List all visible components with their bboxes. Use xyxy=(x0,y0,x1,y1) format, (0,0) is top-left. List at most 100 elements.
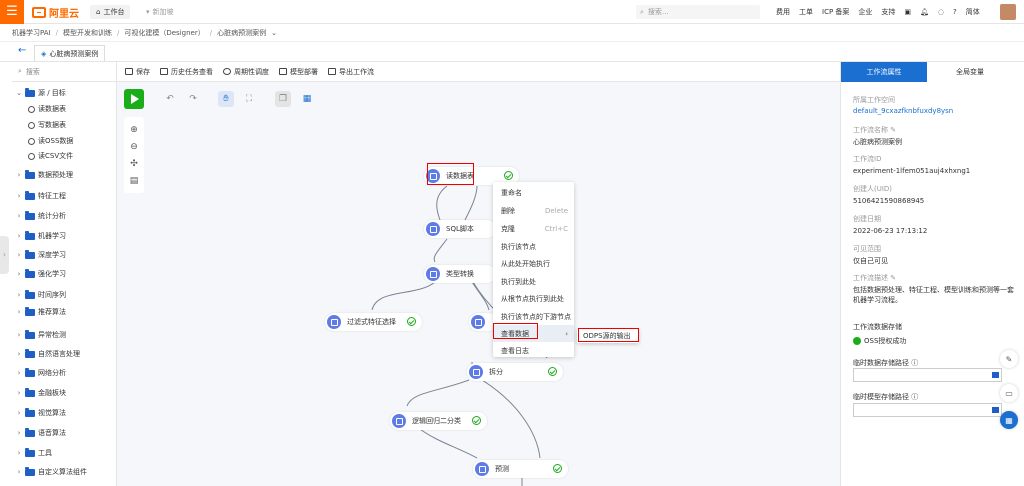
document-tab-bar: ← ◈ 心脏病预测案例 xyxy=(0,42,1024,62)
breadcrumb-pai[interactable]: 机器学习PAI xyxy=(12,28,51,38)
tab-global-vars[interactable]: 全局变量 xyxy=(927,62,1013,82)
link-support[interactable]: 支持 xyxy=(881,7,895,17)
workflow-canvas[interactable]: 保存 历史任务查看 周期性调度 模型部署 导出工作流 ↶ ↷ ✋︎ ⛶ ❐ ▦ … xyxy=(117,62,840,486)
hamburger-menu-icon[interactable]: ☰ xyxy=(0,0,24,24)
link-billing[interactable]: 费用 xyxy=(776,7,790,17)
node-split[interactable]: 拆分 xyxy=(467,363,563,381)
link-enterprise[interactable]: 企业 xyxy=(858,7,872,17)
tree-folder[interactable]: › 推荐算法 xyxy=(16,306,66,317)
folder-icon[interactable] xyxy=(992,372,999,378)
chevron-right-icon: › xyxy=(17,308,21,316)
menu-run-from-here[interactable]: 从此处开始执行 xyxy=(493,255,574,272)
node-type-convert[interactable]: 类型转换 xyxy=(424,265,496,283)
back-arrow-icon[interactable]: ← xyxy=(18,46,26,56)
aliyun-logo[interactable]: 阿里云 xyxy=(32,6,79,20)
tree-folder[interactable]: › 异常检测 xyxy=(16,329,66,340)
info-icon[interactable]: ⓘ xyxy=(911,393,918,401)
tree-folder[interactable]: › 语音算法 xyxy=(16,427,66,438)
component-icon xyxy=(475,462,489,476)
breadcrumb-current[interactable]: 心脏病预测案例 xyxy=(217,28,266,38)
folder-icon[interactable] xyxy=(992,407,999,413)
apps-float-icon[interactable]: ▦ xyxy=(1000,411,1018,429)
link-icp[interactable]: ICP 备案 xyxy=(822,7,849,17)
node-predict[interactable]: 预测 xyxy=(473,460,568,478)
tree-folder[interactable]: › 特征工程 xyxy=(16,190,66,201)
breadcrumb-dev[interactable]: 模型开发和训练 xyxy=(63,28,112,38)
edge xyxy=(464,185,478,221)
menu-run-from-root[interactable]: 从根节点执行到此处 xyxy=(493,290,574,307)
menu-label: 执行该节点 xyxy=(501,242,536,251)
workbench-button[interactable]: ⌂ 工作台 xyxy=(90,5,131,19)
terminal-icon[interactable]: ▣ xyxy=(904,8,911,16)
success-check-icon xyxy=(853,337,861,345)
tree-folder[interactable]: › 网络分析 xyxy=(16,367,66,378)
chevron-down-icon[interactable]: ⌄ xyxy=(271,29,277,37)
tree-folder[interactable]: › 统计分析 xyxy=(16,210,66,221)
tree-folder-label: 深度学习 xyxy=(38,251,66,259)
breadcrumb-separator: / xyxy=(117,28,120,37)
desc-label-row: 工作流描述 ✎ xyxy=(853,273,896,283)
workspace-link[interactable]: default_9cxazfknbfuxdy8ysn xyxy=(853,107,953,115)
tab-workflow-props[interactable]: 工作流属性 xyxy=(841,62,927,82)
temp-model-label-row: 临时模型存储路径 ⓘ xyxy=(853,392,918,402)
edit-float-icon[interactable]: ✎ xyxy=(1000,350,1018,368)
menu-clone[interactable]: 克隆 Ctrl+C xyxy=(493,220,574,237)
help-icon[interactable]: ? xyxy=(953,8,957,16)
lightbulb-icon[interactable]: ◌ xyxy=(938,8,944,16)
menu-label: 执行到此处 xyxy=(501,277,536,286)
tree-folder-source[interactable]: ⌄ 源 / 目标 xyxy=(16,87,66,98)
menu-view-log[interactable]: 查看日志 xyxy=(493,342,574,359)
tree-folder-label: 数据预处理 xyxy=(38,171,73,179)
oss-status: OSS授权成功 xyxy=(853,336,906,346)
tree-folder[interactable]: › 视觉算法 xyxy=(16,407,66,418)
breadcrumb-separator: / xyxy=(55,28,58,37)
folder-icon xyxy=(25,87,35,97)
menu-run-to-here[interactable]: 执行到此处 xyxy=(493,273,574,290)
tree-folder[interactable]: › 强化学习 xyxy=(16,268,66,279)
edit-icon[interactable]: ✎ xyxy=(890,126,896,134)
menu-rename[interactable]: 重命名 xyxy=(493,184,574,201)
temp-model-path-input[interactable] xyxy=(853,403,1002,417)
chat-float-icon[interactable]: ▭ xyxy=(1000,384,1018,402)
date-label: 创建日期 xyxy=(853,215,881,223)
collapse-handle-icon[interactable]: › xyxy=(0,236,9,274)
tree-leaf-write-table[interactable]: 写数据表 xyxy=(28,120,66,130)
node-logistic-regression[interactable]: 逻辑回归二分类 xyxy=(390,412,487,430)
success-check-icon xyxy=(504,171,513,180)
tree-folder[interactable]: › 数据预处理 xyxy=(16,169,73,180)
tree-leaf-read-csv[interactable]: 读CSV文件 xyxy=(28,151,73,161)
tree-folder[interactable]: › 金融板块 xyxy=(16,387,66,398)
success-check-icon xyxy=(553,464,562,473)
region-selector[interactable]: ▾ 新加坡 xyxy=(146,5,174,19)
menu-view-data[interactable]: 查看数据 › xyxy=(493,325,574,342)
link-ticket[interactable]: 工单 xyxy=(799,7,813,17)
folder-icon xyxy=(25,407,35,417)
breadcrumb-designer[interactable]: 可视化建模（Designer） xyxy=(124,28,204,38)
menu-run-downstream[interactable]: 执行该节点的下游节点 xyxy=(493,308,574,325)
node-filter-feature[interactable]: 过滤式特征选择 xyxy=(325,313,422,331)
info-icon[interactable]: ⓘ xyxy=(911,359,918,367)
tree-folder[interactable]: › 自定义算法组件 xyxy=(16,466,87,477)
tree-leaf-read-oss[interactable]: 读OSS数据 xyxy=(28,136,73,146)
chevron-right-icon: › xyxy=(17,389,21,397)
sidebar-search[interactable]: ⌕ 搜索 xyxy=(12,62,116,82)
tree-leaf-read-table[interactable]: 读数据表 xyxy=(28,104,66,114)
node-sql[interactable]: SQL脚本 xyxy=(424,220,496,238)
avatar[interactable] xyxy=(1000,4,1016,20)
tree-folder[interactable]: › 机器学习 xyxy=(16,230,66,241)
menu-delete[interactable]: 删除 Delete xyxy=(493,202,574,219)
global-search[interactable]: ⌕ 搜索... xyxy=(636,5,760,19)
temp-data-path-input[interactable] xyxy=(853,368,1002,382)
tree-folder[interactable]: › 时间序列 xyxy=(16,289,66,300)
bell-icon[interactable]: 🔔︎ xyxy=(920,8,929,16)
tree-folder-label: 源 / 目标 xyxy=(38,89,66,97)
menu-run-node[interactable]: 执行该节点 xyxy=(493,238,574,255)
chevron-right-icon: › xyxy=(17,291,21,299)
tree-folder[interactable]: › 工具 xyxy=(16,447,52,458)
tree-folder[interactable]: › 深度学习 xyxy=(16,249,66,260)
tree-folder[interactable]: › 自然语言处理 xyxy=(16,348,80,359)
language-switch[interactable]: 简体 xyxy=(966,7,980,17)
tab-heart-disease[interactable]: ◈ 心脏病预测案例 xyxy=(34,45,106,61)
edit-icon[interactable]: ✎ xyxy=(890,274,896,282)
menu-odps-output[interactable]: ODPS源的输出 xyxy=(583,331,631,341)
